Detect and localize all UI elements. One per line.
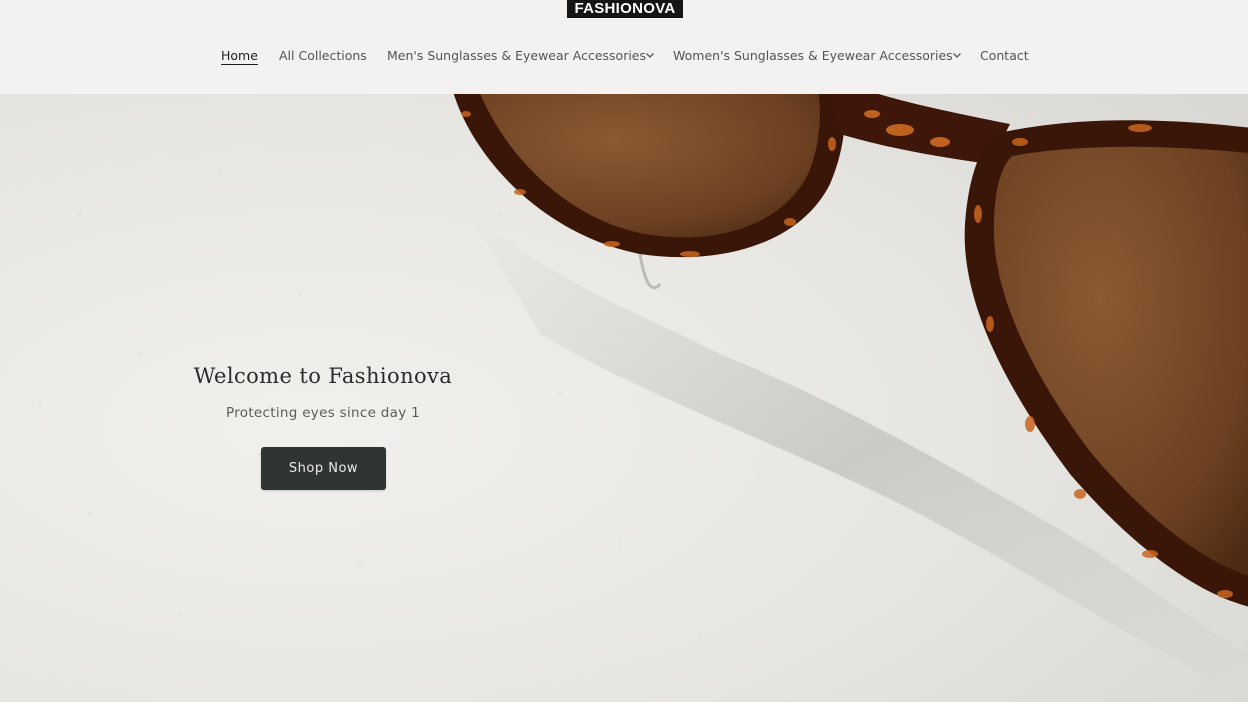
nav-mens-sunglasses-label: Men's Sunglasses & Eyewear Accessories	[387, 48, 647, 63]
nav-womens-sunglasses-label: Women's Sunglasses & Eyewear Accessories	[673, 48, 953, 63]
shop-now-button[interactable]: Shop Now	[261, 447, 386, 490]
hero-title: Welcome to Fashionova	[193, 364, 453, 388]
main-nav: Home All Collections Men's Sunglasses & …	[0, 46, 1248, 68]
brand-logo[interactable]: FASHIONOVA	[567, 0, 683, 18]
chevron-down-icon[interactable]	[950, 48, 964, 62]
nav-womens-sunglasses[interactable]: Women's Sunglasses & Eyewear Accessories	[673, 46, 953, 68]
chevron-down-icon[interactable]	[643, 48, 657, 62]
nav-home[interactable]: Home	[221, 46, 258, 68]
nav-all-collections[interactable]: All Collections	[279, 46, 367, 68]
nav-contact[interactable]: Contact	[980, 46, 1029, 68]
site-header: FASHIONOVA Home All Collections Men's Su…	[0, 0, 1248, 94]
hero-subtitle: Protecting eyes since day 1	[226, 405, 420, 421]
hero-image	[0, 94, 1248, 702]
hero-banner: Welcome to Fashionova Protecting eyes si…	[0, 94, 1248, 702]
nav-mens-sunglasses[interactable]: Men's Sunglasses & Eyewear Accessories	[387, 46, 646, 68]
